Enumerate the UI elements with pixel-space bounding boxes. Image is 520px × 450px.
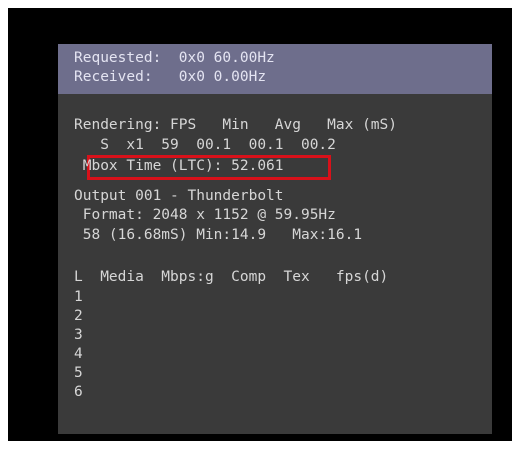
layer-row: 6 [74,384,83,400]
status-panel: Requested: 0x0 60.00Hz Received: 0x0 0.0… [58,44,492,434]
output-format: Format: 2048 x 1152 @ 59.95Hz [74,207,336,223]
received-line: Received: 0x0 0.00Hz [74,69,267,85]
layer-row: 4 [74,346,83,362]
rendering-columns: Rendering: FPS Min Avg Max (mS) [74,117,398,133]
requested-line: Requested: 0x0 60.00Hz [74,50,275,66]
layer-row: 3 [74,327,83,343]
layer-row: 5 [74,365,83,381]
layer-row: 1 [74,289,83,305]
output-name: Output 001 - Thunderbolt [74,188,284,204]
layers-header: L Media Mbps:g Comp Tex fps(d) [74,269,389,285]
rendering-values: S x1 59 00.1 00.1 00.2 [74,137,336,153]
mbox-time-line: Mbox Time (LTC): 52.061 [74,158,284,174]
output-timing: 58 (16.68mS) Min:14.9 Max:16.1 [74,227,363,243]
layer-row: 2 [74,308,83,324]
